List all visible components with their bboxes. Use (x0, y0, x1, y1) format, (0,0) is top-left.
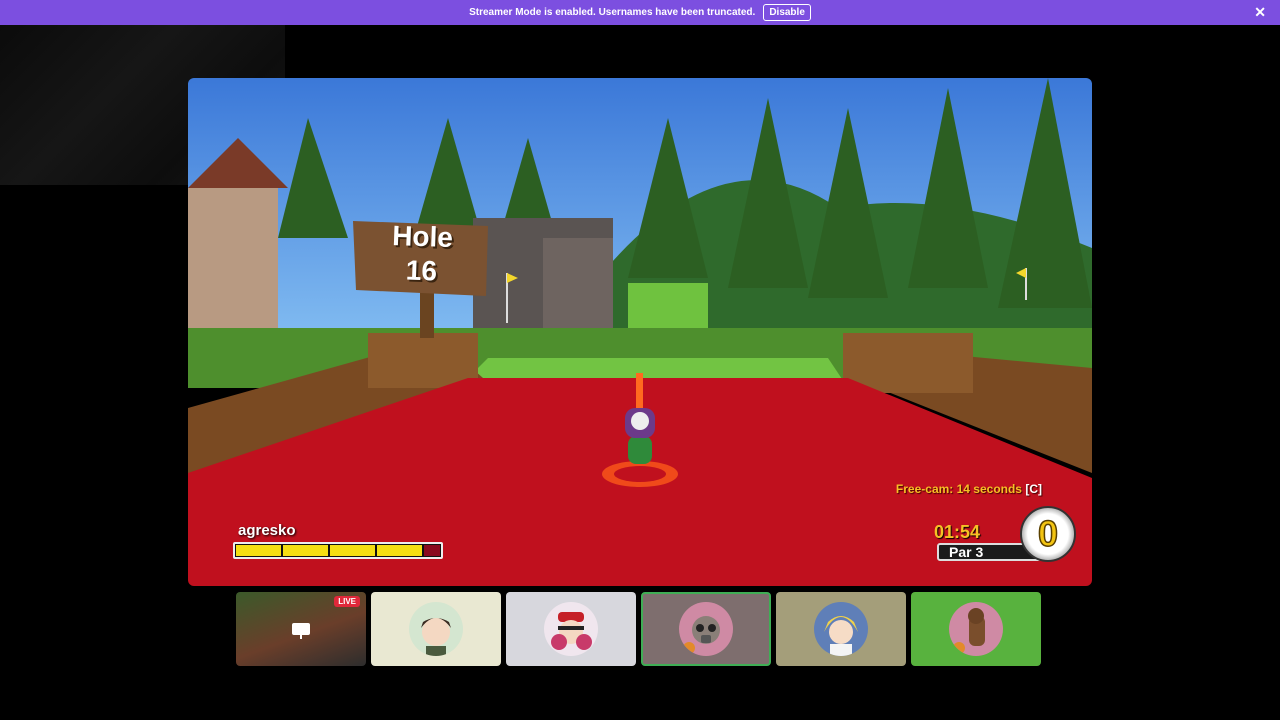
power-segment (236, 545, 282, 556)
sign-title: Hole (391, 219, 454, 254)
avatar (544, 602, 598, 656)
power-segment-end (424, 545, 441, 556)
gasmask-character-icon (683, 616, 720, 654)
hole-sign: Hole 16 (360, 218, 484, 290)
avatar (949, 602, 1003, 656)
blonde-anime-icon (824, 616, 858, 656)
participants-strip: LIVE (236, 592, 1044, 666)
cap-character-icon (551, 612, 592, 650)
power-segment (377, 545, 423, 556)
avatar (679, 602, 733, 656)
sign-number: 16 (405, 254, 438, 287)
participant-tile[interactable] (776, 592, 906, 666)
participant-tile[interactable] (506, 592, 636, 666)
power-segment (330, 545, 376, 556)
monitor-icon (292, 623, 310, 639)
power-bar (233, 542, 443, 559)
streamer-mode-banner: Streamer Mode is enabled. Usernames have… (0, 0, 1280, 25)
dark-haired-boy-icon (421, 618, 451, 656)
brown-creature-icon (953, 608, 985, 654)
live-badge: LIVE (334, 596, 360, 607)
avatar (409, 602, 463, 656)
disable-button[interactable]: Disable (763, 4, 811, 21)
power-segment (283, 545, 329, 556)
participant-tile[interactable] (911, 592, 1041, 666)
player-name: agresko (238, 522, 296, 539)
hole-timer: 01:54 (934, 522, 981, 542)
freecam-indicator: Free-cam: 14 seconds [C] (896, 482, 1042, 496)
game-scene (188, 78, 1092, 586)
game-viewport: Hole 16 agresko Free-cam: 14 seconds [C]… (188, 78, 1092, 586)
freecam-text: Free-cam: 14 seconds (895, 482, 1022, 496)
participant-tile[interactable] (371, 592, 501, 666)
avatar (814, 602, 868, 656)
close-icon[interactable]: ✕ (1254, 4, 1266, 21)
stroke-counter: 0 (1020, 506, 1076, 562)
banner-message: Streamer Mode is enabled. Usernames have… (469, 7, 756, 18)
freecam-key: [C] (1025, 482, 1042, 496)
participant-tile-stream[interactable]: LIVE (236, 592, 366, 666)
participant-tile-active[interactable] (641, 592, 771, 666)
